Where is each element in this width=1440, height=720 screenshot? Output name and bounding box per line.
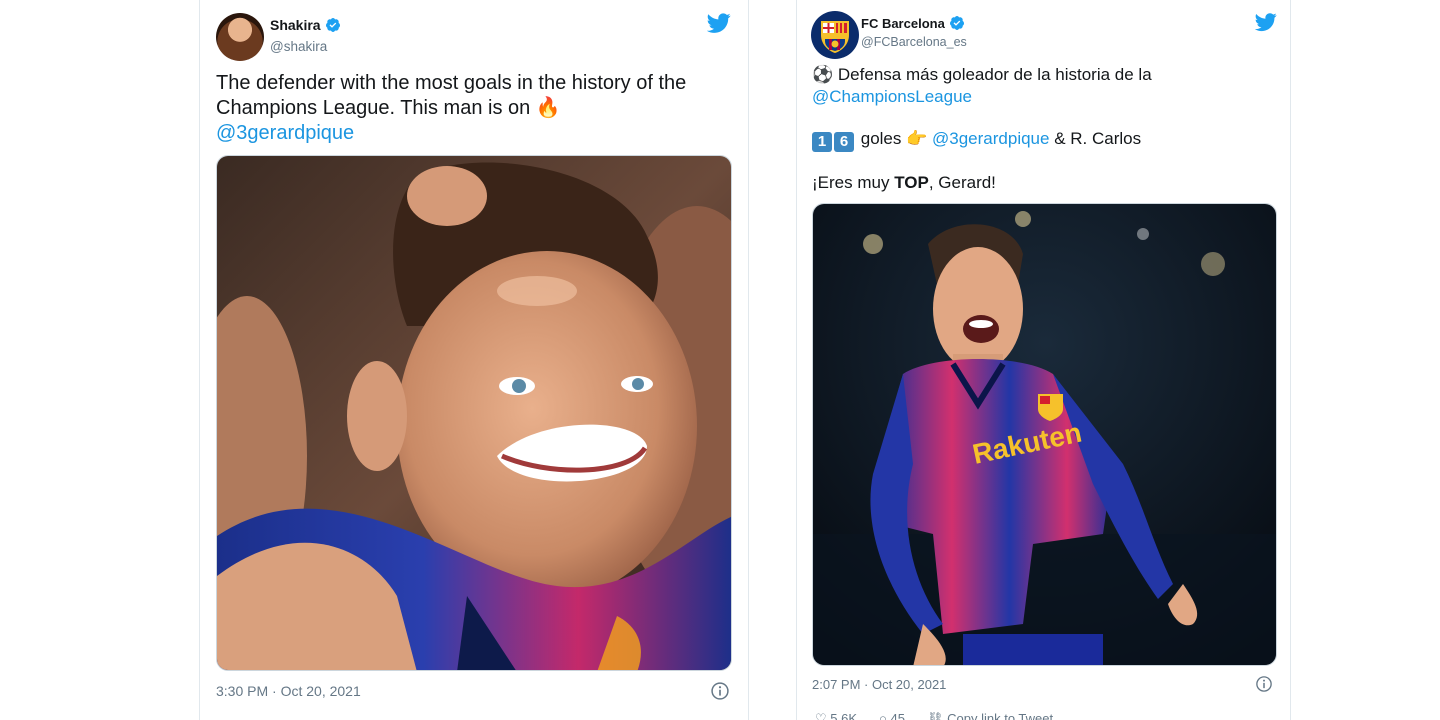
goles-text: goles	[860, 129, 902, 148]
author-name[interactable]: FC Barcelona	[861, 16, 945, 31]
photo-illustration	[217, 156, 731, 670]
tweet-text-line2-main: Champions League. This man is on	[216, 97, 531, 119]
twitter-bird-icon[interactable]	[1255, 11, 1277, 33]
heart-icon: ♡	[815, 711, 827, 720]
tweet-text-line4: ¡Eres muy TOP, Gerard!	[812, 172, 1272, 194]
mention-link-pique[interactable]: @3gerardpique	[932, 129, 1049, 148]
verified-badge-icon	[949, 16, 964, 30]
tweet-text-line3: 16 goles 👉 @3gerardpique & R. Carlos	[812, 128, 1272, 152]
author-name-row[interactable]: Shakira	[270, 17, 341, 33]
keycap-1-emoji-icon: 1	[812, 132, 832, 152]
tweet-timestamp[interactable]: 3:30 PM · Oct 20, 2021	[216, 683, 361, 699]
page: Shakira @shakira The defender with the m…	[0, 0, 1440, 720]
author-name[interactable]: Shakira	[270, 17, 321, 33]
mention-link-championsleague[interactable]: @ChampionsLeague	[812, 87, 972, 106]
tweet-photo-pique-celebrating[interactable]: Rakuten	[812, 203, 1277, 666]
tweet-photo-pique-smiling[interactable]	[216, 155, 732, 671]
tweet-text-line1: ⚽ Defensa más goleador de la historia de…	[812, 64, 1272, 86]
copy-link-label: Copy link to Tweet	[947, 711, 1054, 720]
eres-bold: TOP	[894, 173, 929, 192]
twitter-bird-icon[interactable]	[707, 11, 731, 35]
tweet-text: The defender with the most goals in the …	[216, 71, 726, 146]
tweet-text: ⚽ Defensa más goleador de la historia de…	[812, 64, 1272, 194]
author-avatar[interactable]	[216, 13, 264, 61]
tweet-text-line2: @ChampionsLeague	[812, 86, 1272, 108]
like-action[interactable]: ♡ 5.6K	[815, 711, 857, 720]
author-handle[interactable]: @FCBarcelona_es	[861, 35, 967, 49]
tweet-text-line1-main: Defensa más goleador de la historia de l…	[837, 65, 1152, 84]
tweet-text-line3: @3gerardpique	[216, 121, 726, 146]
author-avatar[interactable]	[811, 11, 859, 59]
tweet-actions-row: ♡ 5.6K ○ 45 ⛓ Copy link to Tweet	[815, 711, 1053, 720]
reply-action[interactable]: ○ 45	[879, 711, 905, 720]
reply-count: 45	[890, 711, 905, 720]
tweet-text-line2: Champions League. This man is on 🔥	[216, 96, 726, 121]
fire-emoji-icon: 🔥	[535, 97, 561, 119]
and-carlos-text: & R. Carlos	[1054, 129, 1142, 148]
pointing-right-emoji-icon: 👉	[906, 129, 928, 148]
tweet-timestamp[interactable]: 2:07 PM · Oct 20, 2021	[812, 677, 946, 692]
tweet-card-fcbarcelona[interactable]: FC Barcelona @FCBarcelona_es ⚽ Defensa m…	[796, 0, 1291, 720]
info-icon[interactable]	[710, 681, 730, 701]
info-icon[interactable]	[1255, 675, 1273, 693]
tweet-card-shakira[interactable]: Shakira @shakira The defender with the m…	[199, 0, 749, 720]
author-handle[interactable]: @shakira	[270, 39, 327, 54]
keycap-6-emoji-icon: 6	[834, 132, 854, 152]
author-name-row[interactable]: FC Barcelona	[861, 15, 965, 31]
tweet-text-line1: The defender with the most goals in the …	[216, 72, 687, 94]
eres-suffix: , Gerard!	[928, 173, 996, 192]
link-icon: ⛓	[926, 711, 944, 720]
verified-badge-icon	[325, 18, 340, 32]
photo-illustration: Rakuten	[813, 204, 1276, 665]
copy-link-action[interactable]: ⛓ Copy link to Tweet	[927, 711, 1053, 720]
mention-link-pique[interactable]: @3gerardpique	[216, 122, 354, 144]
eres-prefix: ¡Eres muy	[812, 173, 895, 192]
like-count: 5.6K	[830, 711, 858, 720]
fc-barcelona-crest-icon	[821, 21, 849, 53]
soccer-ball-emoji-icon: ⚽	[812, 65, 834, 84]
reply-bubble-icon: ○	[879, 711, 887, 720]
